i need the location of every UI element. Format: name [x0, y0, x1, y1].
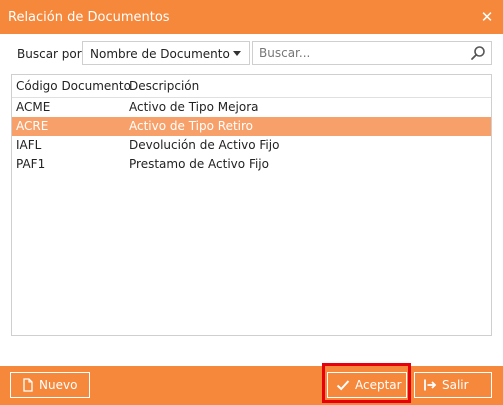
exit-button-label: Salir — [442, 378, 469, 392]
exit-button[interactable]: Salir — [414, 372, 492, 398]
row-description: Activo de Tipo Retiro — [129, 119, 254, 133]
search-box[interactable] — [252, 41, 492, 65]
table-row-selected[interactable]: ACRE Activo de Tipo Retiro — [12, 117, 491, 136]
row-description: Activo de Tipo Mejora — [129, 100, 259, 114]
table-row[interactable]: PAF1 Prestamo de Activo Fijo — [12, 155, 491, 174]
new-document-icon — [23, 378, 33, 392]
row-code: PAF1 — [16, 157, 46, 171]
column-header-code[interactable]: Código Documento — [16, 77, 131, 96]
search-by-label: Buscar por: — [17, 47, 86, 61]
dialog-title: Relación de Documentos — [8, 10, 170, 25]
row-code: IAFL — [16, 138, 42, 152]
table-row[interactable]: IAFL Devolución de Activo Fijo — [12, 136, 491, 155]
new-button-label: Nuevo — [39, 378, 78, 392]
exit-icon — [424, 379, 437, 391]
close-icon[interactable]: ✕ — [479, 9, 495, 25]
search-icon[interactable] — [470, 45, 486, 61]
dialog-footer: Nuevo Aceptar Salir — [0, 366, 503, 405]
accept-button-highlight — [322, 363, 411, 403]
chevron-down-icon — [233, 51, 241, 56]
title-bar: Relación de Documentos ✕ — [0, 0, 503, 34]
search-field-select[interactable]: Nombre de Documento — [82, 41, 250, 65]
row-description: Devolución de Activo Fijo — [129, 138, 280, 152]
column-header-description[interactable]: Descripción — [129, 77, 199, 96]
row-description: Prestamo de Activo Fijo — [129, 157, 269, 171]
row-code: ACRE — [16, 119, 49, 133]
new-button[interactable]: Nuevo — [10, 372, 90, 398]
documents-table[interactable]: Código Documento Descripción ACME Activo… — [11, 74, 492, 336]
table-header: Código Documento Descripción — [12, 75, 491, 98]
table-row[interactable]: ACME Activo de Tipo Mejora — [12, 98, 491, 117]
search-input[interactable] — [253, 42, 469, 64]
row-code: ACME — [16, 100, 51, 114]
documents-dialog: Relación de Documentos ✕ Buscar por: Nom… — [0, 0, 503, 405]
search-field-value: Nombre de Documento — [90, 47, 230, 61]
